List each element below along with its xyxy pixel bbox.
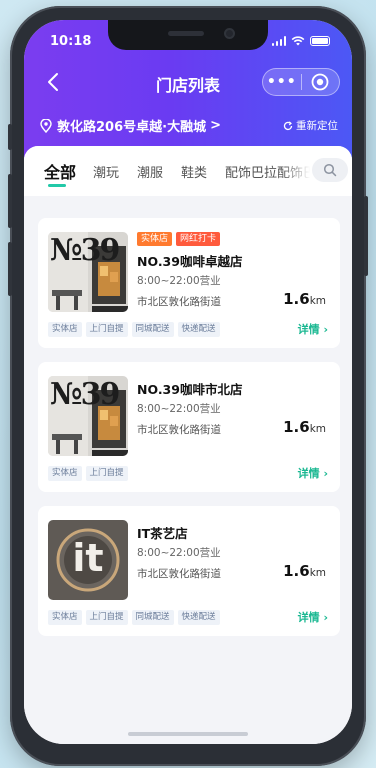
store-hours: 8:00~22:00营业 <box>137 275 221 287</box>
thumbnail-logo-text: it <box>72 536 104 580</box>
close-capsule-button[interactable] <box>301 73 339 91</box>
store-hours: 8:00~22:00营业 <box>137 403 221 415</box>
tag-same-city-delivery: 同城配送 <box>131 610 174 625</box>
service-tags: 实体店 上门自提 <box>48 466 128 481</box>
distance-value: 1.6 <box>283 562 310 580</box>
current-address[interactable]: 敦化路206号卓越·大融城 <box>57 116 206 135</box>
notch <box>108 20 268 50</box>
battery-icon <box>310 36 330 46</box>
store-card[interactable]: it IT茶艺店 8:00~22:00营业 市北区敦化路街道 1.6km 实体店… <box>38 506 340 636</box>
store-thumbnail: it <box>48 520 128 600</box>
front-camera <box>224 28 235 39</box>
status-time: 10:18 <box>50 34 92 49</box>
store-card[interactable]: №39 实体店 网红打卡 NO.39咖啡卓越店 8:00~22:00营业 市北区… <box>38 218 340 348</box>
store-badges: 实体店 网红打卡 <box>137 232 221 246</box>
store-address: 市北区敦化路街道 <box>137 568 221 580</box>
volume-up-button <box>8 174 12 228</box>
more-menu-button[interactable]: ••• <box>263 69 301 95</box>
tab-trendy-clothing[interactable]: 潮服 <box>137 162 163 181</box>
tag-physical-store: 实体店 <box>48 466 82 481</box>
mini-program-capsule: ••• <box>262 68 340 96</box>
category-tabs: 全部 潮玩 潮服 鞋类 配饰巴拉配饰巴 <box>24 146 352 196</box>
tab-all[interactable]: 全部 <box>44 159 76 183</box>
relocate-label: 重新定位 <box>296 120 338 132</box>
relocate-button[interactable]: 重新定位 <box>283 118 338 133</box>
distance-unit: km <box>309 423 326 435</box>
store-name: IT茶艺店 <box>137 526 188 541</box>
location-pin-icon <box>40 118 52 133</box>
distance-unit: km <box>309 567 326 579</box>
store-name: NO.39咖啡市北店 <box>137 382 243 397</box>
tab-trendy-toys[interactable]: 潮玩 <box>93 162 119 181</box>
thumbnail-logo-text: №39 <box>50 233 120 268</box>
tag-physical-store: 实体店 <box>48 610 82 625</box>
tag-self-pickup: 上门自提 <box>85 322 128 337</box>
badge-influencer-spot: 网红打卡 <box>176 232 221 246</box>
tab-shoes[interactable]: 鞋类 <box>181 162 207 181</box>
speaker-grille <box>168 31 204 36</box>
tag-physical-store: 实体店 <box>48 322 82 337</box>
store-distance: 1.6km <box>283 562 326 580</box>
status-icons <box>271 36 330 46</box>
details-link[interactable]: 详情 › <box>298 321 328 337</box>
address-chevron[interactable]: > <box>210 118 221 133</box>
store-thumbnail: №39 <box>48 232 128 312</box>
target-close-icon <box>311 73 329 91</box>
distance-value: 1.6 <box>283 290 310 308</box>
store-card[interactable]: №39 NO.39咖啡市北店 8:00~22:00营业 市北区敦化路街道 1.6… <box>38 362 340 492</box>
tag-same-city-delivery: 同城配送 <box>131 322 174 337</box>
store-list-panel: 全部 潮玩 潮服 鞋类 配饰巴拉配饰巴 №39 实体店 网红打卡 NO.39咖啡… <box>24 146 352 744</box>
thumbnail-logo-text: №39 <box>50 377 120 412</box>
store-distance: 1.6km <box>283 418 326 436</box>
wifi-icon <box>291 36 305 46</box>
store-hours: 8:00~22:00营业 <box>137 547 221 559</box>
service-tags: 实体店 上门自提 同城配送 快递配送 <box>48 610 220 625</box>
search-button[interactable] <box>312 158 348 182</box>
distance-unit: km <box>309 295 326 307</box>
power-button <box>364 196 368 276</box>
distance-value: 1.6 <box>283 418 310 436</box>
active-tab-indicator <box>48 184 66 187</box>
refresh-icon <box>283 120 293 130</box>
mute-switch <box>8 124 12 150</box>
details-link[interactable]: 详情 › <box>298 465 328 481</box>
tag-self-pickup: 上门自提 <box>85 466 128 481</box>
search-icon <box>323 163 337 177</box>
location-bar: 敦化路206号卓越·大融城 > 重新定位 <box>40 116 338 135</box>
tag-self-pickup: 上门自提 <box>85 610 128 625</box>
home-indicator[interactable] <box>128 732 248 736</box>
store-distance: 1.6km <box>283 290 326 308</box>
store-name: NO.39咖啡卓越店 <box>137 254 243 269</box>
badge-physical-store: 实体店 <box>137 232 173 246</box>
store-address: 市北区敦化路街道 <box>137 424 221 436</box>
volume-down-button <box>8 242 12 296</box>
service-tags: 实体店 上门自提 同城配送 快递配送 <box>48 322 220 337</box>
store-address: 市北区敦化路街道 <box>137 296 221 308</box>
tag-express-delivery: 快递配送 <box>177 610 220 625</box>
details-link[interactable]: 详情 › <box>298 609 328 625</box>
signal-icon <box>271 36 286 46</box>
store-thumbnail: №39 <box>48 376 128 456</box>
tag-express-delivery: 快递配送 <box>177 322 220 337</box>
phone-screen: 10:18 门店列表 ••• 敦化路206号卓越·大融城 > 重新定位 全部 潮… <box>24 20 352 744</box>
